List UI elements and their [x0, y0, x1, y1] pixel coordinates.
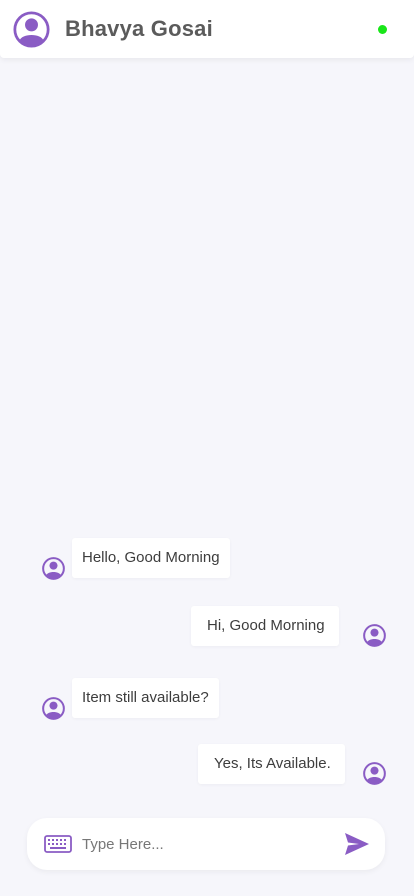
chat-screen: Bhavya Gosai Hello, Good Morning Hi, Goo…	[0, 0, 414, 896]
message-bubble-incoming: Item still available?	[72, 678, 219, 718]
message-avatar-icon	[42, 557, 65, 580]
message-input[interactable]	[82, 828, 322, 860]
send-icon[interactable]	[343, 830, 371, 858]
message-avatar-icon	[42, 697, 65, 720]
message-bubble-outgoing: Hi, Good Morning	[191, 606, 339, 646]
contact-name: Bhavya Gosai	[65, 16, 213, 41]
contact-avatar-icon[interactable]	[13, 11, 50, 48]
message-bubble-incoming: Hello, Good Morning	[72, 538, 230, 578]
chat-header: Bhavya Gosai	[0, 0, 414, 58]
message-avatar-icon	[363, 624, 386, 647]
online-status-dot	[378, 25, 387, 34]
message-composer	[27, 818, 385, 870]
keyboard-icon[interactable]	[44, 835, 72, 853]
message-bubble-outgoing: Yes, Its Available.	[198, 744, 345, 784]
message-avatar-icon	[363, 762, 386, 785]
